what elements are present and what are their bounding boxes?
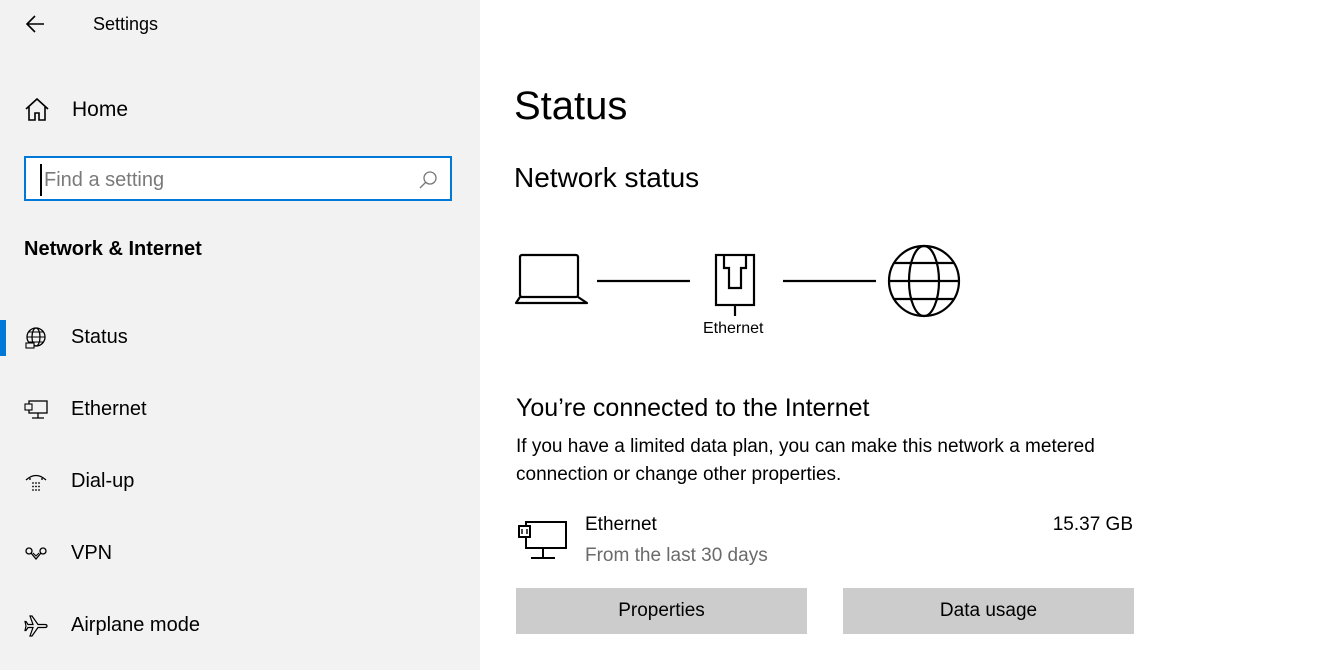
ethernet-icon bbox=[24, 400, 48, 419]
page-title: Status bbox=[514, 84, 628, 128]
home-icon bbox=[25, 97, 49, 121]
search-icon[interactable] bbox=[418, 170, 438, 190]
network-status-heading: Network status bbox=[514, 162, 700, 193]
adapter-name: Ethernet bbox=[585, 514, 657, 535]
back-arrow-icon bbox=[25, 15, 44, 33]
sidebar-item-label: Status bbox=[71, 326, 128, 348]
sidebar-item-vpn[interactable]: VPN bbox=[0, 532, 480, 576]
globe-status-icon bbox=[25, 327, 46, 349]
dialup-icon bbox=[25, 474, 47, 491]
back-button[interactable] bbox=[22, 10, 52, 40]
sidebar: Settings Home Network & Internet Status bbox=[0, 0, 480, 670]
sidebar-item-label: Ethernet bbox=[71, 398, 147, 420]
diagram-ethernet-label: Ethernet bbox=[703, 320, 764, 337]
sidebar-item-label: VPN bbox=[71, 542, 113, 564]
section-title: Network & Internet bbox=[24, 238, 202, 260]
sidebar-item-ethernet[interactable]: Ethernet bbox=[0, 388, 480, 432]
connection-status-title: You’re connected to the Internet bbox=[516, 394, 870, 422]
properties-button[interactable]: Properties bbox=[516, 588, 807, 634]
sidebar-item-status[interactable]: Status bbox=[0, 316, 480, 360]
globe-icon bbox=[887, 244, 961, 318]
laptop-icon bbox=[514, 253, 589, 305]
airplane-icon bbox=[24, 615, 48, 637]
search-input[interactable] bbox=[40, 164, 406, 196]
app-title: Settings bbox=[93, 14, 159, 34]
connection-description: If you have a limited data plan, you can… bbox=[516, 436, 1095, 485]
active-indicator bbox=[0, 320, 6, 356]
ethernet-port-icon bbox=[714, 253, 756, 316]
home-label: Home bbox=[72, 98, 129, 121]
adapter-data-usage: 15.37 GB bbox=[1052, 514, 1133, 535]
sidebar-item-label: Dial-up bbox=[71, 470, 135, 492]
data-usage-button[interactable]: Data usage bbox=[843, 588, 1134, 634]
home-nav-item[interactable]: Home bbox=[24, 94, 128, 126]
main-content: Status Network status Ethernet You’re co… bbox=[480, 0, 1329, 670]
sidebar-item-label: Airplane mode bbox=[71, 614, 200, 636]
sidebar-item-dialup[interactable]: Dial-up bbox=[0, 460, 480, 504]
vpn-icon bbox=[25, 547, 47, 561]
ethernet-adapter-icon bbox=[518, 521, 567, 559]
search-box[interactable] bbox=[24, 156, 452, 201]
sidebar-item-airplane-mode[interactable]: Airplane mode bbox=[0, 604, 480, 648]
adapter-period: From the last 30 days bbox=[585, 545, 768, 566]
